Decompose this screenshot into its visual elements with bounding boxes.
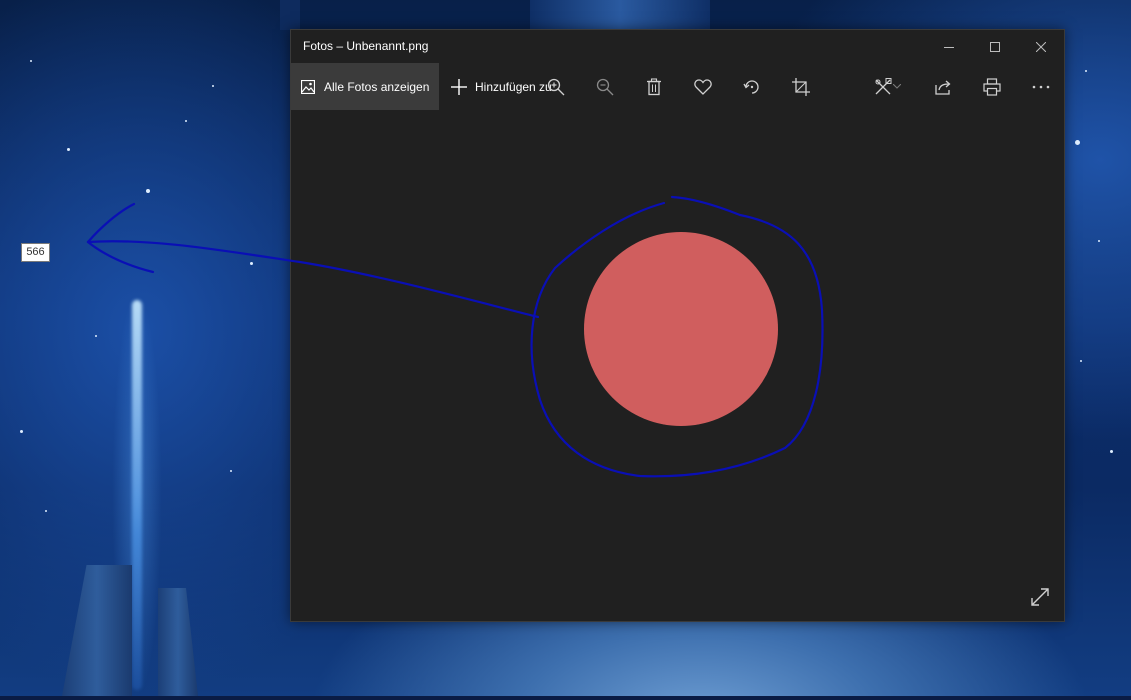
close-button[interactable]: [1018, 30, 1064, 63]
more-options-button[interactable]: [1021, 63, 1061, 110]
all-photos-button[interactable]: Alle Fotos anzeigen: [291, 63, 439, 110]
expand-icon: [1031, 588, 1049, 606]
wallpaper-tower-left: [62, 565, 132, 696]
zoom-in-button[interactable]: [536, 63, 576, 110]
wallpaper-tower-right: [158, 588, 198, 696]
minimize-icon: [944, 46, 954, 48]
heart-icon: [694, 78, 712, 95]
star: [1110, 450, 1113, 453]
star: [146, 189, 150, 193]
share-icon: [935, 80, 951, 95]
share-button[interactable]: [923, 63, 963, 110]
photo-gallery-icon: [301, 79, 315, 94]
crop-button[interactable]: [781, 63, 821, 110]
star: [20, 430, 23, 433]
add-to-button[interactable]: Hinzufügen zu: [439, 63, 552, 110]
tooltip-value: 566: [26, 246, 45, 258]
window-title: Fotos – Unbenannt.png: [303, 39, 429, 53]
star: [1085, 70, 1087, 72]
star: [1098, 240, 1100, 242]
fullscreen-button[interactable]: [1028, 585, 1052, 609]
title-bar[interactable]: Fotos – Unbenannt.png: [291, 30, 1064, 63]
print-button[interactable]: [972, 63, 1012, 110]
star: [250, 262, 253, 265]
toolbar: Alle Fotos anzeigen Hinzufügen zu: [291, 63, 1064, 110]
star: [45, 510, 47, 512]
more-icon: [1032, 85, 1050, 88]
star: [67, 148, 70, 151]
star: [95, 335, 97, 337]
star: [230, 470, 232, 472]
star: [30, 60, 32, 62]
crop-icon: [792, 77, 810, 96]
star: [1080, 360, 1082, 362]
zoom-out-button[interactable]: [585, 63, 625, 110]
print-icon: [983, 77, 1001, 96]
photos-app-window[interactable]: Fotos – Unbenannt.png Alle Fotos anzeige…: [290, 29, 1065, 622]
maximize-icon: [990, 41, 1000, 52]
chevron-down-icon: [893, 84, 901, 89]
all-photos-label: Alle Fotos anzeigen: [324, 79, 430, 94]
wallpaper-structure-top: [530, 0, 710, 30]
star: [212, 85, 214, 87]
photo-canvas[interactable]: [291, 110, 1064, 621]
close-icon: [1036, 41, 1046, 52]
wallpaper-light-beam: [132, 300, 142, 690]
star: [185, 120, 187, 122]
rotate-icon: [743, 79, 759, 94]
zoom-in-icon: [547, 78, 565, 95]
red-circle-image: [584, 232, 778, 426]
coordinate-tooltip: 566: [21, 243, 50, 262]
minimize-button[interactable]: [926, 30, 972, 63]
plus-icon: [451, 78, 467, 95]
favorite-button[interactable]: [683, 63, 723, 110]
zoom-out-icon: [596, 78, 614, 95]
delete-icon: [647, 77, 661, 95]
wallpaper-pillar: [280, 0, 300, 30]
star: [1075, 140, 1080, 145]
edit-dropdown-button[interactable]: [887, 63, 907, 110]
rotate-button[interactable]: [732, 63, 772, 110]
delete-button[interactable]: [634, 63, 674, 110]
maximize-button[interactable]: [972, 30, 1018, 63]
